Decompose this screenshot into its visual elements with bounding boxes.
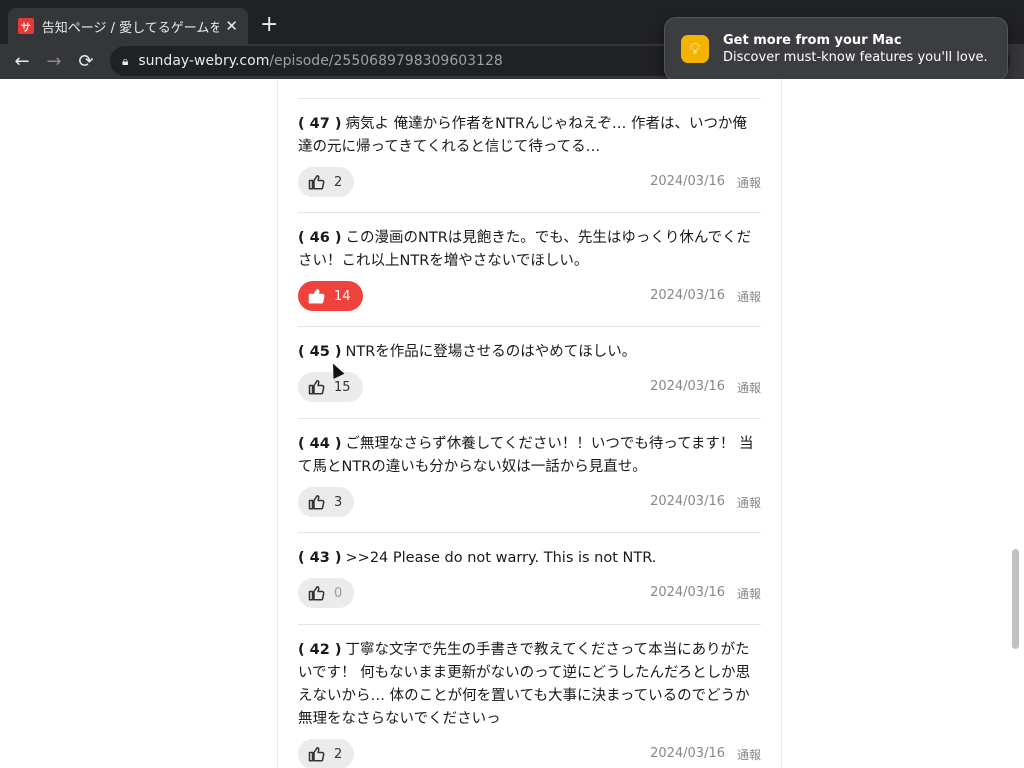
comment-text: ( 44 ) ご無理なさらず休養してください！！いつでも待ってます！ 当て馬とNT… <box>298 433 761 479</box>
new-tab-button[interactable]: + <box>260 12 278 37</box>
lightbulb-icon: 💡︎ <box>681 35 709 63</box>
comment-date: 2024/03/16 <box>650 585 725 600</box>
comment-item: ( 43 ) >>24 Please do not warry. This is … <box>298 547 761 625</box>
like-count: 3 <box>334 494 343 510</box>
thumbs-up-icon <box>308 174 325 190</box>
comment-date: 2024/03/16 <box>650 174 725 189</box>
like-button[interactable]: 2 <box>298 167 355 197</box>
like-button[interactable]: 0 <box>298 578 355 608</box>
like-count: 2 <box>334 174 343 190</box>
tab-title: 告知ページ / 愛してるゲームを終 <box>41 20 220 36</box>
comment-number: ( 47 ) <box>298 116 342 132</box>
report-link[interactable]: 通報 <box>737 585 761 602</box>
comment-date: 2024/03/16 <box>650 288 725 303</box>
comment-meta: 0 2024/03/16 通報 <box>298 578 761 610</box>
report-link[interactable]: 通報 <box>737 379 761 396</box>
comment-meta: 3 2024/03/16 通報 <box>298 487 761 519</box>
comment-item: ( 46 ) この漫画のNTRは見飽きた。でも、先生はゆっくり休んでください！これ… <box>298 227 761 327</box>
thumbs-up-icon <box>308 585 325 601</box>
like-button[interactable]: 14 <box>298 281 363 311</box>
like-button[interactable]: 3 <box>298 487 355 517</box>
comment-number: ( 45 ) <box>298 344 342 360</box>
forward-arrow-icon[interactable]: → <box>38 51 70 72</box>
comment-list: ( 47 ) 病気よ 俺達から作者をNTRんじゃねえぞ… 作者は、いつか俺達の元に… <box>277 79 782 768</box>
site-favicon: サ <box>18 18 34 34</box>
comment-number: ( 46 ) <box>298 230 342 246</box>
thumbs-up-icon <box>308 288 325 304</box>
comment-date: 2024/03/16 <box>650 746 725 761</box>
like-button[interactable]: 2 <box>298 739 355 768</box>
comment-number: ( 44 ) <box>298 436 342 452</box>
thumbs-up-icon <box>308 379 325 395</box>
comment-body: 病気よ 俺達から作者をNTRんじゃねえぞ… 作者は、いつか俺達の元に帰ってきてく… <box>298 116 748 155</box>
comment-body: 丁寧な文字で先生の手書きで教えてくださって本当にありがたいです！ 何もないまま更… <box>298 642 751 727</box>
comment-body: >>24 Please do not warry. This is not NT… <box>345 550 657 566</box>
report-link[interactable]: 通報 <box>737 288 761 305</box>
page-content: ( 47 ) 病気よ 俺達から作者をNTRんじゃねえぞ… 作者は、いつか俺達の元に… <box>0 79 1024 768</box>
comment-item: ( 47 ) 病気よ 俺達から作者をNTRんじゃねえぞ… 作者は、いつか俺達の元に… <box>298 113 761 213</box>
notification-title: Get more from your Mac <box>723 33 902 48</box>
report-link[interactable]: 通報 <box>737 746 761 763</box>
like-count: 15 <box>334 379 351 395</box>
comment-meta: 2 2024/03/16 通報 <box>298 739 761 768</box>
comment-body: ご無理なさらず休養してください！！いつでも待ってます！ 当て馬とNTRの違いも分… <box>298 436 754 475</box>
mac-notification[interactable]: 💡︎ Get more from your Mac Discover must-… <box>664 17 1008 81</box>
comment-text: ( 42 ) 丁寧な文字で先生の手書きで教えてくださって本当にありがたいです！ 何… <box>298 639 761 731</box>
thumbs-up-icon <box>308 494 325 510</box>
comment-number: ( 42 ) <box>298 642 342 658</box>
comment-text: ( 46 ) この漫画のNTRは見飽きた。でも、先生はゆっくり休んでください！これ… <box>298 227 761 273</box>
comment-date: 2024/03/16 <box>650 379 725 394</box>
comment-item: ( 42 ) 丁寧な文字で先生の手書きで教えてくださって本当にありがたいです！ 何… <box>298 639 761 768</box>
comment-body: NTRを作品に登場させるのはやめてほしい。 <box>345 344 637 360</box>
notification-body: Discover must-know features you'll love. <box>723 50 988 65</box>
browser-tab[interactable]: サ 告知ページ / 愛してるゲームを終 ✕ <box>8 8 248 44</box>
comment-number: ( 43 ) <box>298 550 342 566</box>
comment-partial <box>298 79 761 99</box>
close-icon[interactable]: ✕ <box>225 17 238 35</box>
comment-meta: 2 2024/03/16 通報 <box>298 167 761 199</box>
page-scrollbar[interactable] <box>1012 549 1019 649</box>
comment-meta: 14 2024/03/16 通報 <box>298 281 761 313</box>
like-count: 14 <box>334 288 351 304</box>
comment-text: ( 47 ) 病気よ 俺達から作者をNTRんじゃねえぞ… 作者は、いつか俺達の元に… <box>298 113 761 159</box>
reload-icon[interactable]: ⟳ <box>70 51 102 72</box>
comment-body: この漫画のNTRは見飽きた。でも、先生はゆっくり休んでください！これ以上NTRを… <box>298 230 752 269</box>
like-count: 0 <box>334 585 343 601</box>
like-button[interactable]: 15 <box>298 372 363 402</box>
lock-icon: 🔒︎ <box>122 53 129 68</box>
back-arrow-icon[interactable]: ← <box>6 51 38 72</box>
comment-meta: 15 2024/03/16 通報 <box>298 372 761 404</box>
comment-item: ( 44 ) ご無理なさらず休養してください！！いつでも待ってます！ 当て馬とNT… <box>298 433 761 533</box>
comment-item: ( 45 ) NTRを作品に登場させるのはやめてほしい。 15 2024/03/1… <box>298 341 761 419</box>
report-link[interactable]: 通報 <box>737 494 761 511</box>
comment-text: ( 45 ) NTRを作品に登場させるのはやめてほしい。 <box>298 341 761 364</box>
like-count: 2 <box>334 746 343 762</box>
comment-date: 2024/03/16 <box>650 494 725 509</box>
thumbs-up-icon <box>308 746 325 762</box>
comment-text: ( 43 ) >>24 Please do not warry. This is … <box>298 547 761 570</box>
url-host: sunday-webry.com <box>138 53 270 69</box>
url-path: /episode/2550689798309603128 <box>269 53 503 69</box>
report-link[interactable]: 通報 <box>737 174 761 191</box>
